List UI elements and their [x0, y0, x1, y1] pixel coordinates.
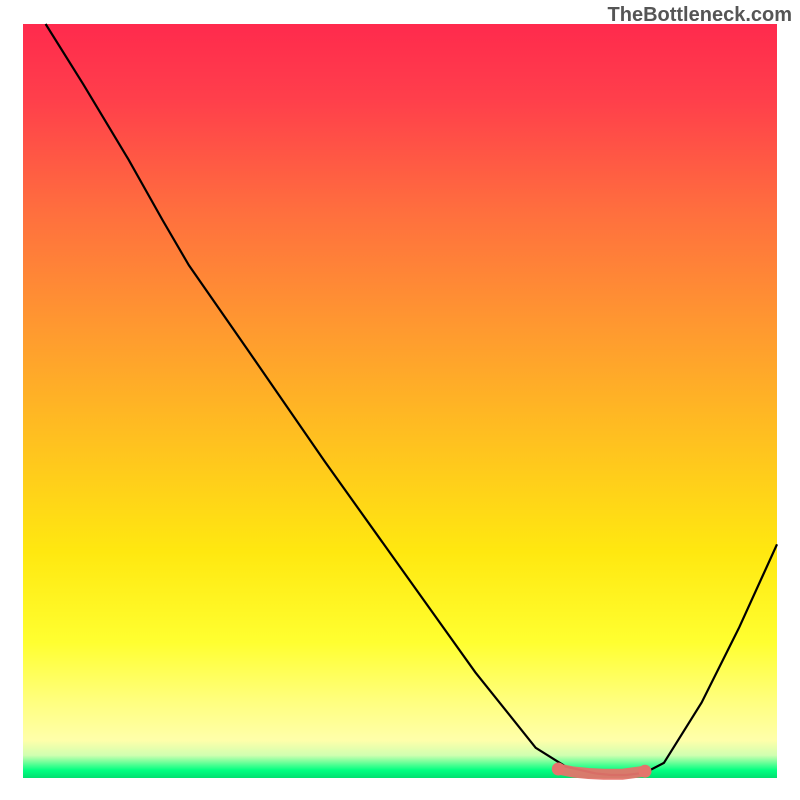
watermark-text: TheBottleneck.com: [608, 4, 792, 27]
chart-container: TheBottleneck.com: [0, 0, 800, 800]
optimal-marker-dot: [639, 765, 652, 778]
optimal-zone-markers: [558, 769, 645, 774]
chart-svg: [0, 0, 800, 800]
optimal-marker-dot: [552, 763, 565, 776]
main-curve: [46, 24, 777, 775]
